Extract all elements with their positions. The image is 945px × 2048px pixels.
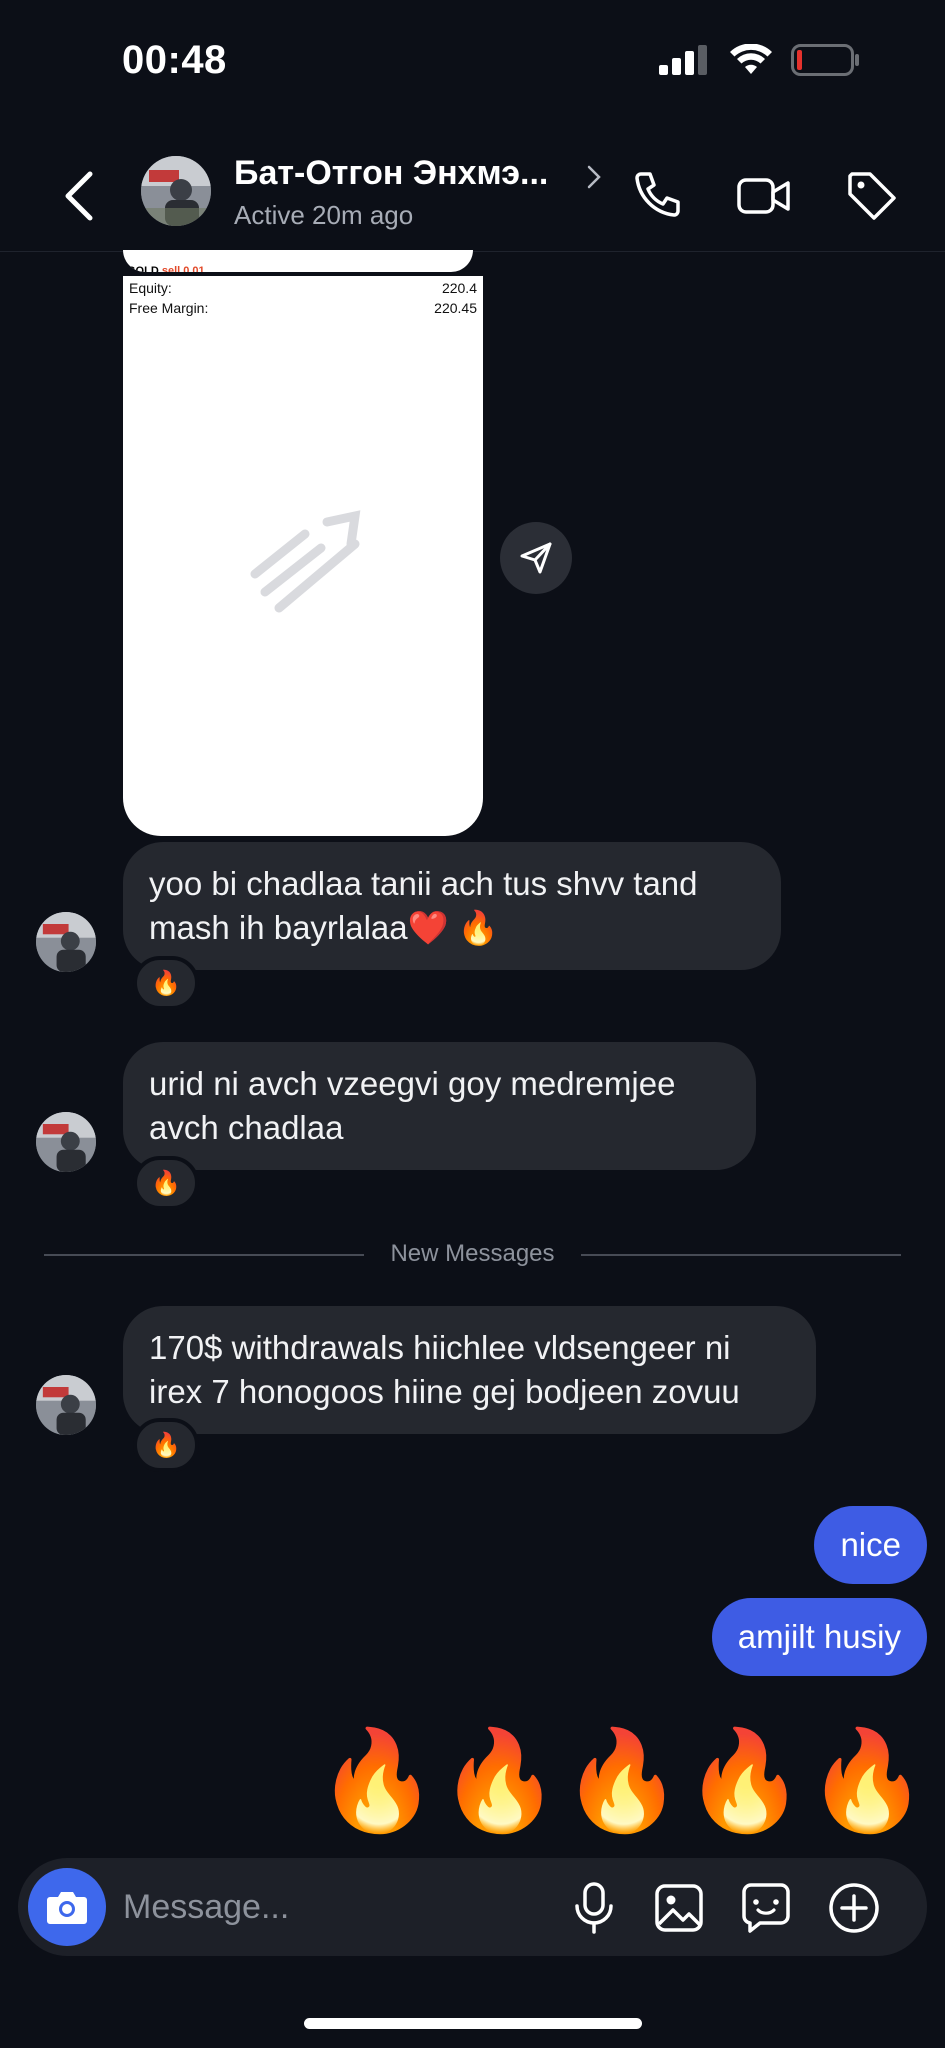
image-message[interactable]: Equity: 220.4 Free Margin: 220.45	[123, 276, 483, 836]
status-time: 00:48	[122, 38, 227, 82]
outgoing-message-bubble[interactable]: amjilt husiy	[711, 1598, 927, 1676]
reaction-badge[interactable]: 🔥	[133, 1156, 199, 1210]
microphone-icon[interactable]	[566, 1880, 622, 1936]
image-message-previous[interactable]: GOLD sell 0.01	[123, 250, 473, 272]
camera-button[interactable]	[28, 1868, 106, 1946]
chevron-right-icon[interactable]	[586, 164, 602, 190]
emoji-message[interactable]: 🔥 🔥 🔥 🔥 🔥	[316, 1720, 928, 1840]
avatar[interactable]	[36, 1375, 96, 1435]
equity-row: Equity: 220.4	[129, 280, 477, 296]
reaction-badge[interactable]: 🔥	[133, 1418, 199, 1472]
equity-label: Equity:	[129, 280, 172, 296]
battery-low-icon	[791, 44, 859, 76]
fire-emoji: 🔥	[805, 1725, 928, 1835]
cellular-signal-icon	[659, 45, 707, 75]
message-bubble[interactable]: urid ni avch vzeegvi goy medremjee avch …	[123, 1042, 756, 1170]
avatar[interactable]	[36, 1112, 96, 1172]
equity-value: 220.4	[441, 280, 477, 296]
fire-emoji: 🔥	[560, 1725, 683, 1835]
plus-icon[interactable]	[826, 1880, 882, 1936]
tag-icon[interactable]	[844, 168, 900, 224]
video-icon[interactable]	[736, 168, 792, 224]
reaction-badge[interactable]: 🔥	[133, 956, 199, 1010]
contact-name[interactable]: Бат-Отгон Энхмэ...	[234, 154, 548, 193]
message-bubble[interactable]: 170$ withdrawals hiichlee vldsengeer ni …	[123, 1306, 816, 1434]
new-messages-divider: New Messages	[44, 1240, 901, 1268]
back-chevron-icon[interactable]	[58, 170, 102, 222]
contact-avatar[interactable]	[141, 156, 211, 226]
new-messages-label: New Messages	[390, 1240, 555, 1267]
contact-active-status: Active 20m ago	[234, 200, 414, 230]
camera-icon	[47, 1892, 87, 1924]
fire-emoji: 🔥	[683, 1725, 806, 1835]
free-margin-value: 220.45	[434, 300, 477, 316]
fire-emoji: 🔥	[316, 1725, 439, 1835]
gallery-icon[interactable]	[651, 1880, 707, 1936]
trending-up-icon	[250, 510, 361, 613]
share-button[interactable]	[500, 522, 572, 594]
free-margin-label: Free Margin:	[129, 300, 209, 316]
wifi-icon	[730, 44, 772, 74]
status-icons	[659, 44, 861, 76]
chat-header: Бат-Отгон Энхмэ... Active 20m ago	[0, 140, 945, 252]
sticker-icon[interactable]	[738, 1880, 794, 1936]
avatar[interactable]	[36, 912, 96, 972]
outgoing-message-bubble[interactable]: nice	[814, 1506, 927, 1584]
fire-emoji: 🔥	[438, 1725, 561, 1835]
message-composer	[18, 1858, 927, 1956]
message-bubble[interactable]: yoo bi chadlaa tanii ach tus shvv tand m…	[123, 842, 781, 970]
message-input[interactable]	[123, 1882, 543, 1932]
send-icon	[520, 542, 552, 574]
home-indicator[interactable]	[304, 2018, 642, 2029]
free-margin-row: Free Margin: 220.45	[129, 300, 477, 316]
phone-icon[interactable]	[629, 168, 685, 224]
